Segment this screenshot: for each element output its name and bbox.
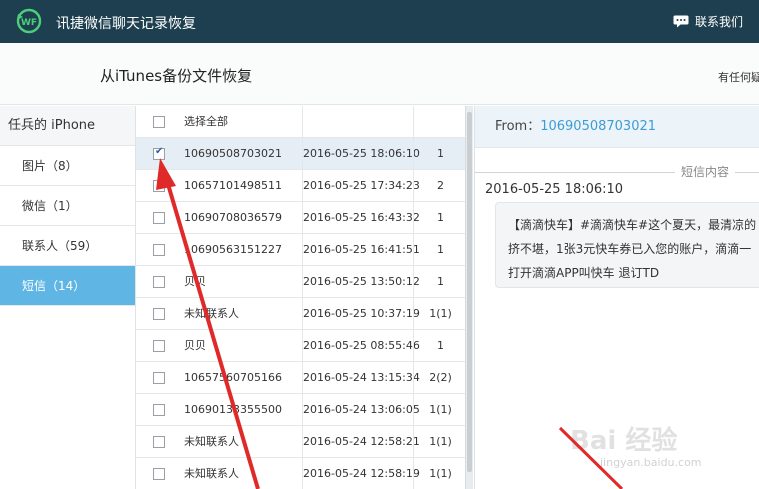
row-sender: 10690708036579 <box>184 211 282 224</box>
svg-text:WF: WF <box>21 18 37 28</box>
row-time: 2016-05-25 16:43:32 <box>302 202 420 234</box>
row-count: 1 <box>413 330 467 362</box>
row-time: 2016-05-25 16:41:51 <box>302 234 420 266</box>
row-count: 1(1) <box>413 426 467 458</box>
app-logo-icon: WF <box>16 8 42 34</box>
message-bubble: 【滴滴快车】#滴滴快车#这个夏天，最清凉的挤不堪，1张3元快车券已入您的账户，滴… <box>495 202 759 288</box>
watermark-url: jingyan.baidu.com <box>600 456 702 469</box>
list-header-row: 选择全部 <box>136 106 467 138</box>
table-row[interactable]: 未知联系人 2016-05-24 12:58:19 1(1) <box>136 458 467 489</box>
sidebar: 任兵的 iPhone 图片（8） 微信（1） 联系人（59） 短信（14） <box>0 106 136 489</box>
row-checkbox[interactable] <box>153 244 165 256</box>
table-row[interactable]: 贝贝 2016-05-25 08:55:46 1 <box>136 330 467 362</box>
table-row[interactable]: 10657101498511 2016-05-25 17:34:23 2 <box>136 170 467 202</box>
row-checkbox[interactable] <box>153 212 165 224</box>
message-time: 2016-05-25 18:06:10 <box>485 182 624 197</box>
device-name: 任兵的 iPhone <box>0 106 135 146</box>
select-all-checkbox[interactable] <box>153 116 165 128</box>
row-time: 2016-05-25 17:34:23 <box>302 170 420 202</box>
table-row[interactable]: 10690133355500 2016-05-24 13:06:05 1(1) <box>136 394 467 426</box>
sidebar-item-photos[interactable]: 图片（8） <box>0 146 135 186</box>
row-time: 2016-05-24 12:58:19 <box>302 458 420 489</box>
row-count: 1 <box>413 234 467 266</box>
table-row[interactable]: 10690508703021 2016-05-25 18:06:101 <box>136 138 467 170</box>
contact-us-button[interactable]: 联系我们 <box>673 13 743 30</box>
list-scrollbar[interactable] <box>465 106 473 489</box>
title-bar: WF 讯捷微信聊天记录恢复 联系我们 <box>0 0 759 43</box>
row-time: 2016-05-25 08:55:46 <box>302 330 420 362</box>
row-checkbox[interactable] <box>153 340 165 352</box>
row-sender: 未知联系人 <box>184 435 239 448</box>
message-list: 选择全部 106905087030212016-05-25 18:06:1011… <box>136 106 467 489</box>
row-checkbox[interactable] <box>153 276 165 288</box>
page-title: 从iTunes备份文件恢复 <box>100 67 253 85</box>
watermark: Bai 经验 <box>570 426 678 456</box>
row-sender: 10690563151227 <box>184 243 282 256</box>
row-time: 2016-05-24 12:58:21 <box>302 426 420 458</box>
row-count: 1(1) <box>413 458 467 489</box>
row-sender: 10690133355500 <box>184 403 282 416</box>
row-sender: 10657101498511 <box>184 179 282 192</box>
app-title: 讯捷微信聊天记录恢复 <box>56 16 196 32</box>
contact-us-label: 联系我们 <box>694 15 743 29</box>
row-sender: 未知联系人 <box>184 307 239 320</box>
row-sender: 10657560705166 <box>184 371 282 384</box>
row-checkbox[interactable] <box>153 404 165 416</box>
row-count: 1 <box>413 138 467 170</box>
from-label: From： <box>495 119 541 134</box>
table-row[interactable]: 未知联系人 2016-05-25 10:37:19 1(1) <box>136 298 467 330</box>
select-all-label[interactable]: 选择全部 <box>184 106 296 138</box>
row-time: 2016-05-25 13:50:12 <box>302 266 420 298</box>
row-time: 2016-05-25 18:06:10 <box>302 138 420 170</box>
row-checkbox[interactable] <box>153 372 165 384</box>
scrollbar-thumb[interactable] <box>467 112 472 472</box>
table-row[interactable]: 10657560705166 2016-05-24 13:15:34 2(2) <box>136 362 467 394</box>
sidebar-item-wechat[interactable]: 微信（1） <box>0 186 135 226</box>
row-sender: 10690508703021 <box>184 147 282 160</box>
from-number[interactable]: 10690508703021 <box>540 119 656 134</box>
row-sender: 贝贝 <box>184 275 206 288</box>
header-cell-time <box>302 106 414 138</box>
sub-header: 从iTunes备份文件恢复 有任何疑 <box>0 43 759 105</box>
from-bar: From：10690508703021 <box>475 106 759 148</box>
row-sender: 未知联系人 <box>184 467 239 480</box>
section-label: 短信内容 <box>675 164 736 180</box>
sidebar-item-contacts[interactable]: 联系人（59） <box>0 226 135 266</box>
row-count: 2 <box>413 170 467 202</box>
row-checkbox[interactable] <box>153 308 165 320</box>
row-time: 2016-05-25 10:37:19 <box>302 298 420 330</box>
row-checkbox[interactable] <box>153 468 165 480</box>
row-count: 1(1) <box>413 298 467 330</box>
table-row[interactable]: 未知联系人 2016-05-24 12:58:21 1(1) <box>136 426 467 458</box>
row-time: 2016-05-24 13:06:05 <box>302 394 420 426</box>
row-count: 1(1) <box>413 394 467 426</box>
row-count: 1 <box>413 202 467 234</box>
chat-bubble-icon <box>673 15 689 28</box>
header-cell-count <box>413 106 467 138</box>
table-row[interactable]: 10690563151227 2016-05-25 16:41:51 1 <box>136 234 467 266</box>
row-checkbox[interactable] <box>153 180 165 192</box>
table-row[interactable]: 10690708036579 2016-05-25 16:43:32 1 <box>136 202 467 234</box>
sidebar-item-sms[interactable]: 短信（14） <box>0 266 135 306</box>
row-time: 2016-05-24 13:15:34 <box>302 362 420 394</box>
row-count: 1 <box>413 266 467 298</box>
row-count: 2(2) <box>413 362 467 394</box>
help-link[interactable]: 有任何疑 <box>718 69 759 85</box>
row-checkbox[interactable] <box>153 436 165 448</box>
row-sender: 贝贝 <box>184 339 206 352</box>
row-checkbox[interactable] <box>153 146 165 160</box>
section-divider: 短信内容 <box>475 164 759 180</box>
table-row[interactable]: 贝贝 2016-05-25 13:50:12 1 <box>136 266 467 298</box>
